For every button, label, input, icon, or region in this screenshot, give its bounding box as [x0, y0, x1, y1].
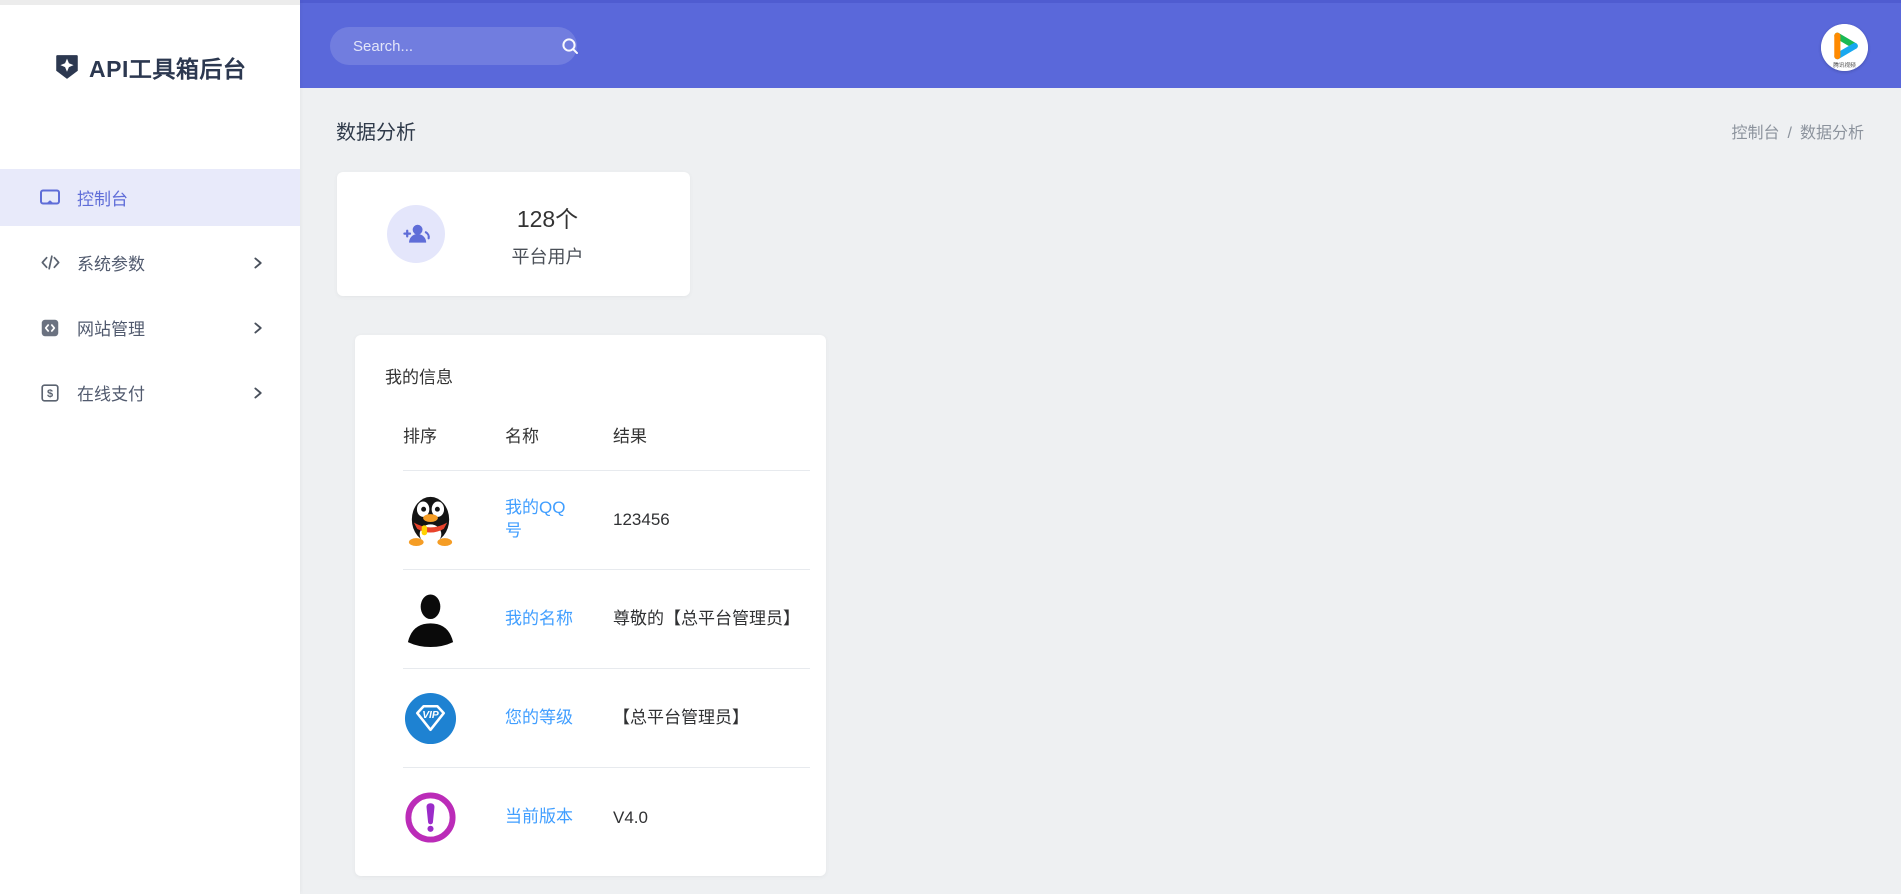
sidebar-item-console[interactable]: 控制台 [0, 169, 300, 226]
stat-label: 平台用户 [511, 246, 584, 267]
payment-icon: $ [38, 381, 62, 405]
code-icon [38, 251, 62, 275]
sidebar-item-online-payment[interactable]: $ 在线支付 [0, 364, 300, 421]
info-table: 排序 名称 结果 我的QQ号 123456 我的名称 尊敬的【总平台管理员】 V… [403, 422, 810, 867]
chevron-right-icon [251, 386, 264, 399]
sidebar-menu: 控制台 系统参数 网站管理 $ 在线支付 [0, 169, 300, 429]
app-logo: API工具箱后台 [54, 50, 246, 84]
row-result-level: 【总平台管理员】 [613, 708, 749, 728]
sidebar-item-system-params[interactable]: 系统参数 [0, 234, 300, 291]
avatar[interactable]: 腾讯视频 [1821, 24, 1868, 71]
row-link-qq[interactable]: 我的QQ号 [505, 497, 581, 543]
sidebar-item-label: 在线支付 [77, 385, 145, 404]
info-card-title: 我的信息 [385, 368, 453, 387]
qq-icon [403, 493, 458, 548]
row-result-version: V4.0 [613, 807, 648, 827]
table-row-qq: 我的QQ号 123456 [403, 471, 810, 570]
sidebar-item-website-mgmt[interactable]: 网站管理 [0, 299, 300, 356]
sidebar-item-label: 控制台 [77, 190, 128, 209]
tencent-video-play-icon: 腾讯视频 [1821, 24, 1868, 71]
row-link-level[interactable]: 您的等级 [505, 707, 573, 730]
stat-value: 128个 [516, 205, 579, 232]
info-card: 我的信息 排序 名称 结果 我的QQ号 123456 我的名称 尊敬的【总平台管… [355, 335, 826, 876]
breadcrumb-root[interactable]: 控制台 [1732, 125, 1780, 142]
breadcrumb-current: 数据分析 [1799, 124, 1864, 142]
user-silhouette-icon [403, 592, 458, 647]
version-warning-icon [403, 790, 458, 845]
svg-text:$: $ [47, 387, 53, 399]
row-link-version[interactable]: 当前版本 [505, 806, 573, 829]
table-header-row: 排序 名称 结果 [403, 422, 810, 471]
breadcrumb: 控制台 / 数据分析 [1732, 119, 1864, 143]
row-link-name[interactable]: 我的名称 [505, 608, 573, 631]
page-title: 数据分析 [336, 122, 416, 144]
page-head: 数据分析 控制台 / 数据分析 [300, 88, 1901, 145]
column-header-result: 结果 [613, 427, 647, 446]
table-row-name: 我的名称 尊敬的【总平台管理员】 [403, 570, 810, 669]
search-icon[interactable] [560, 36, 580, 56]
monitor-icon [38, 186, 62, 210]
row-result-qq: 123456 [613, 510, 670, 530]
sidebar-item-label: 网站管理 [77, 320, 145, 339]
column-header-sort: 排序 [403, 427, 437, 446]
sidebar-top-strip [0, 0, 300, 5]
topbar: 腾讯视频 [300, 0, 1901, 88]
app-title: API工具箱后台 [89, 56, 247, 82]
search-input[interactable] [330, 37, 560, 55]
stat-card-platform-users: 128个 平台用户 [337, 172, 690, 296]
search-box[interactable] [330, 27, 580, 65]
table-row-version: 当前版本 V4.0 [403, 768, 810, 867]
table-row-level: VIP 您的等级 【总平台管理员】 [403, 669, 810, 768]
vip-icon: VIP [403, 691, 458, 746]
chevron-right-icon [251, 256, 264, 269]
svg-text:VIP: VIP [422, 710, 439, 721]
app-badge-icon [54, 53, 80, 81]
sidebar: API工具箱后台 控制台 系统参数 网站管理 $ 在线支付 [0, 0, 300, 894]
website-icon [38, 316, 62, 340]
breadcrumb-separator: / [1787, 124, 1792, 142]
column-header-name: 名称 [505, 427, 539, 446]
main-content: 数据分析 控制台 / 数据分析 128个 平台用户 我的信息 排序 名称 结果 [300, 88, 1901, 894]
sidebar-item-label: 系统参数 [77, 255, 145, 274]
chevron-right-icon [251, 321, 264, 334]
stat-text: 128个 平台用户 [445, 200, 690, 269]
add-user-icon [387, 205, 445, 263]
svg-text:腾讯视频: 腾讯视频 [1833, 61, 1856, 69]
row-result-name: 尊敬的【总平台管理员】 [613, 609, 800, 629]
